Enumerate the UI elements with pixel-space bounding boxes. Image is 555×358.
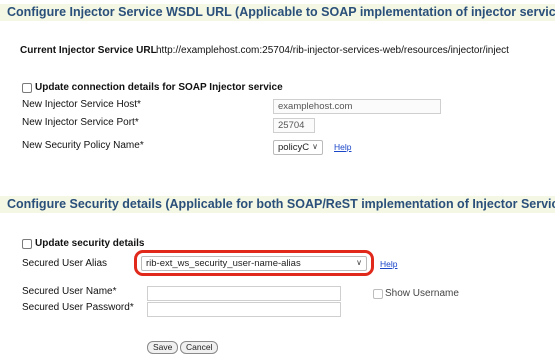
save-button[interactable]: Save [147,341,179,354]
chevron-down-icon: ∨ [356,258,362,267]
wsdl-section-header: Configure Injector Service WSDL URL (App… [0,4,555,21]
port-field[interactable]: 25704 [273,118,315,133]
show-username-checkbox[interactable] [373,289,383,299]
show-username-label: Show Username [385,288,459,299]
update-security-checkbox[interactable] [22,239,32,249]
cancel-button[interactable]: Cancel [180,341,219,354]
alias-help-link[interactable]: Help [380,259,397,269]
alias-select-value: rib-ext_ws_security_user-name-alias [146,258,301,269]
policy-select-value: policyC [278,142,310,153]
update-connection-checkbox[interactable] [22,83,32,93]
alias-label: Secured User Alias [22,258,108,269]
policy-label: New Security Policy Name* [22,140,144,151]
host-field[interactable]: examplehost.com [273,99,441,114]
host-label: New Injector Service Host* [22,99,141,110]
policy-select[interactable]: policyC ∨ [273,140,323,155]
password-field[interactable] [147,302,341,317]
password-label: Secured User Password* [22,302,134,313]
policy-help-link[interactable]: Help [334,142,351,152]
security-section-header: Configure Security details (Applicable f… [0,196,555,213]
update-connection-label: Update connection details for SOAP Injec… [35,82,283,93]
update-security-label: Update security details [35,238,145,249]
username-field[interactable] [147,286,341,301]
username-label: Secured User Name* [22,286,117,297]
port-label: New Injector Service Port* [22,117,139,128]
chevron-down-icon: ∨ [312,142,318,151]
current-url-label: Current Injector Service URL [20,45,157,56]
alias-select[interactable]: rib-ext_ws_security_user-name-alias ∨ [141,256,367,271]
current-url-value: http://examplehost.com:25704/rib-injecto… [156,45,509,56]
